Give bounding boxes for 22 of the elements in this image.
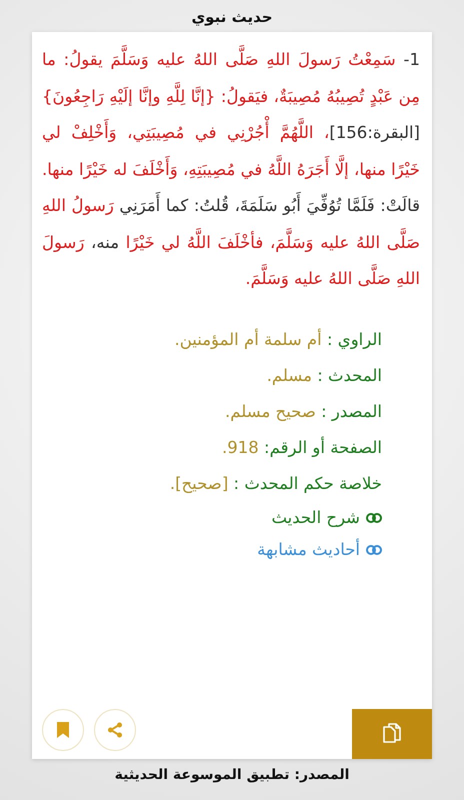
share-icon — [107, 722, 123, 738]
copy-button[interactable] — [352, 709, 432, 759]
link-icon — [366, 544, 382, 554]
hadith-link[interactable]: شرح الحديث — [271, 502, 382, 534]
bookmark-icon — [57, 722, 69, 738]
field-value: مسلم. — [266, 366, 312, 384]
copy-icon — [381, 722, 403, 746]
field-label: خلاصة حكم المحدث : — [234, 474, 382, 492]
field-label: المحدث : — [317, 366, 382, 384]
field-label: الراوي : — [327, 330, 382, 348]
bookmark-button[interactable] — [42, 709, 84, 751]
field-label: الصفحة أو الرقم: — [264, 438, 382, 456]
field-value: صحيح مسلم. — [225, 402, 316, 420]
share-button[interactable] — [94, 709, 136, 751]
field-value: أم سلمة أم المؤمنين. — [174, 330, 322, 348]
field-value: 918. — [222, 438, 259, 456]
source-footer: المصدر: تطبيق الموسوعة الحديثية — [114, 767, 350, 783]
field-label: المصدر : — [321, 402, 382, 420]
field-value: [صحيح]. — [170, 474, 228, 492]
hadith-link[interactable]: أحاديث مشابهة — [257, 534, 382, 566]
page-title: حديث نبوي — [191, 8, 273, 26]
link-icon — [366, 512, 382, 522]
